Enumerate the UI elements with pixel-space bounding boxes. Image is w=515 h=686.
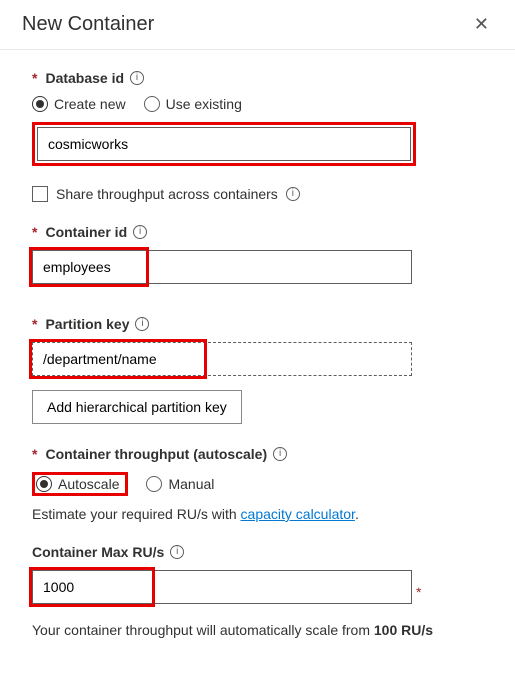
throughput-label: Container throughput (autoscale) [45,446,267,462]
info-icon[interactable]: i [133,225,147,239]
add-hierarchical-row: Add hierarchical partition key [32,390,483,424]
container-id-section: * Container id i [32,224,483,294]
manual-option[interactable]: Manual [146,472,214,496]
required-marker: * [416,584,421,600]
container-id-input[interactable] [32,250,412,284]
info-icon[interactable]: i [130,71,144,85]
share-throughput-row: Share throughput across containers i [32,186,483,202]
container-id-highlight [32,250,412,284]
info-icon[interactable]: i [286,187,300,201]
autoscale-radio[interactable] [36,476,52,492]
manual-label: Manual [168,476,214,492]
database-id-label: Database id [45,70,124,86]
info-icon[interactable]: i [170,545,184,559]
throughput-label-row: * Container throughput (autoscale) i [32,446,483,462]
database-id-input[interactable] [37,127,411,161]
database-mode-radio-group: Create new Use existing [32,96,483,112]
create-new-radio[interactable] [32,96,48,112]
panel-title: New Container [22,13,154,36]
create-new-option[interactable]: Create new [32,96,126,112]
partition-key-section: * Partition key i Add hierarchical parti… [32,316,483,424]
partition-key-input[interactable] [32,342,412,376]
partition-key-label-row: * Partition key i [32,316,483,332]
max-rus-input-wrap: * [32,570,421,614]
required-marker: * [32,446,37,462]
info-icon[interactable]: i [135,317,149,331]
info-icon[interactable]: i [273,447,287,461]
throughput-mode-radio-group: Autoscale Manual [32,472,483,496]
create-new-label: Create new [54,96,126,112]
max-rus-label: Container Max RU/s [32,544,164,560]
database-id-label-row: * Database id i [32,70,483,86]
required-marker: * [32,70,37,86]
database-id-highlight [32,122,416,166]
share-throughput-checkbox[interactable] [32,186,48,202]
max-rus-highlight [32,570,412,604]
throughput-section: * Container throughput (autoscale) i Aut… [32,446,483,522]
max-rus-label-row: Container Max RU/s i [32,544,483,560]
panel-content: * Database id i Create new Use existing [0,50,515,638]
partition-key-highlight [32,342,412,376]
partition-key-label: Partition key [45,316,129,332]
share-throughput-label: Share throughput across containers [56,186,278,202]
estimate-text: Estimate your required RU/s with capacit… [32,506,483,522]
autoscale-label: Autoscale [58,476,119,492]
use-existing-radio[interactable] [144,96,160,112]
new-container-panel: New Container ✕ * Database id i Create n… [0,0,515,638]
max-rus-input[interactable] [32,570,412,604]
estimate-prefix: Estimate your required RU/s with [32,506,241,522]
database-id-section: * Database id i Create new Use existing [32,70,483,202]
note-bold: 100 RU/s [374,622,433,638]
autoscale-option[interactable]: Autoscale [36,476,119,492]
required-marker: * [32,316,37,332]
use-existing-option[interactable]: Use existing [144,96,242,112]
note-prefix: Your container throughput will automatic… [32,622,374,638]
required-marker: * [32,224,37,240]
container-id-label: Container id [45,224,127,240]
container-id-label-row: * Container id i [32,224,483,240]
throughput-note: Your container throughput will automatic… [32,622,483,638]
capacity-calculator-link[interactable]: capacity calculator [241,506,355,522]
autoscale-highlight: Autoscale [32,472,128,496]
use-existing-label: Use existing [166,96,242,112]
panel-header: New Container ✕ [0,0,515,50]
manual-radio[interactable] [146,476,162,492]
max-rus-section: Container Max RU/s i * Your container th… [32,544,483,638]
close-icon[interactable]: ✕ [470,10,493,39]
add-hierarchical-button[interactable]: Add hierarchical partition key [32,390,242,424]
